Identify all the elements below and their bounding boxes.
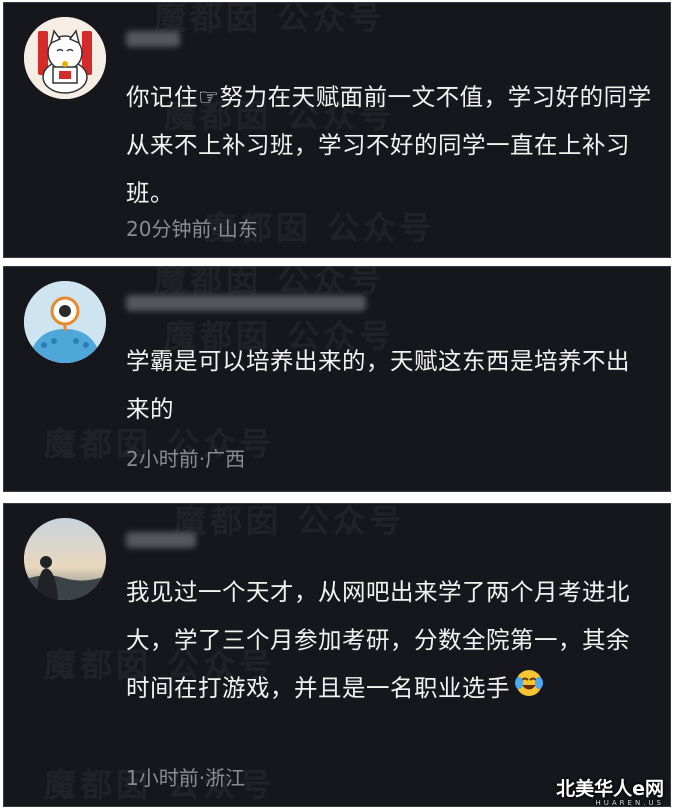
comment-card: 魔都囡 公众号 魔都囡 公众号 魔都囡 公众号 我见过一个天才，从网吧出来学了两… xyxy=(3,503,671,807)
comment-text-content: 我见过一个天才，从网吧出来学了两个月考进北大，学了三个月参加考研，分数全院第一，… xyxy=(126,578,630,702)
username-blurred[interactable] xyxy=(126,31,180,47)
username-blurred[interactable] xyxy=(126,295,366,311)
comment-meta: 2小时前·广西 xyxy=(126,447,246,471)
laughing-tears-emoji xyxy=(514,666,544,714)
lucky-cat-avatar xyxy=(24,17,106,99)
comment-meta: 1小时前·浙江 xyxy=(126,766,246,790)
comment-text: 你记住☞努力在天赋面前一文不值，学习好的同学从来不上补习班，学习不好的同学一直在… xyxy=(126,83,652,207)
site-logo: 北美华人e网 HUAREN.US xyxy=(556,779,664,807)
comment-text: 我见过一个天才，从网吧出来学了两个月考进北大，学了三个月参加考研，分数全院第一，… xyxy=(126,568,652,714)
avatar[interactable] xyxy=(24,281,106,363)
watermark: 魔都囡 公众号 xyxy=(154,2,386,37)
site-logo-subtitle: HUAREN.US xyxy=(595,799,664,807)
username-blurred[interactable] xyxy=(126,532,196,548)
avatar[interactable] xyxy=(24,17,106,99)
comment-meta: 20分钟前·山东 xyxy=(126,217,258,241)
comment-card: 魔都囡 公众号 魔都囡 公众号 魔都囡 公众号 学霸是可以培养出来的，天赋这东西… xyxy=(3,266,671,492)
watermark: 魔都囡 公众号 xyxy=(174,503,406,540)
comment-card: 魔都囡 公众号 魔都囡 公众号 魔都囡 公众号 你记住☞努力在天赋面前一文不值，… xyxy=(3,2,671,258)
landscape-person-avatar xyxy=(24,518,106,600)
site-logo-title: 北美华人e网 xyxy=(556,778,664,800)
avatar[interactable] xyxy=(24,518,106,600)
cartoon-creature-avatar xyxy=(24,281,106,363)
comment-text: 学霸是可以培养出来的，天赋这东西是培养不出来的 xyxy=(126,347,630,423)
